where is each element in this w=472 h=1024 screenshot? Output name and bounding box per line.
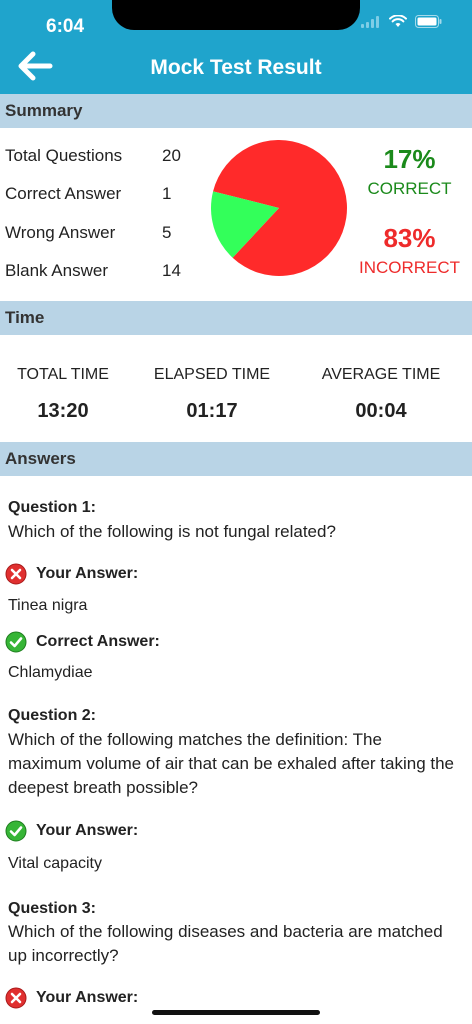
wrong-answer-value: 5 [162, 223, 172, 242]
correct-percentage: 17% [383, 144, 436, 174]
answers-section-header: Answers [0, 442, 472, 476]
question-1-heading: Question 1: [8, 499, 97, 516]
question-1-text: Which of the following is not fungal rel… [8, 522, 336, 541]
device-notch [112, 0, 360, 30]
correct-answer-icon [5, 820, 27, 842]
question-2-your-answer-label: Your Answer: [36, 822, 139, 839]
incorrect-summary: 83% INCORRECT [352, 223, 467, 278]
question-3-your-answer-row: Your Answer: [5, 987, 138, 1009]
wrong-answer-icon [5, 563, 27, 585]
question-1-correct-answer-row: Correct Answer: [5, 631, 160, 653]
question-2-heading: Question 2: [8, 707, 97, 724]
question-1-your-answer-row: Your Answer: [5, 563, 138, 585]
time-section-header: Time [0, 301, 472, 335]
question-2-text: Which of the following matches the defin… [8, 730, 455, 797]
question-1-your-answer-label: Your Answer: [36, 565, 139, 582]
question-2-your-answer-row: Your Answer: [5, 820, 138, 842]
blank-answer-label: Blank Answer [5, 261, 108, 280]
cellular-signal-icon [361, 15, 379, 28]
battery-icon [415, 15, 442, 28]
total-questions-value: 20 [162, 146, 181, 165]
correct-label: CORRECT [367, 179, 452, 198]
question-3-heading: Question 3: [8, 900, 97, 917]
total-time-value: 13:20 [37, 400, 89, 422]
average-time-value: 00:04 [355, 400, 407, 422]
question-3-your-answer-label: Your Answer: [36, 989, 139, 1006]
correct-answer-icon [5, 631, 27, 653]
elapsed-time-label: ELAPSED TIME [153, 366, 271, 383]
home-indicator[interactable] [152, 1010, 320, 1015]
average-time: AVERAGE TIME 00:04 [302, 366, 460, 423]
wrong-answer-label: Wrong Answer [5, 223, 116, 242]
wifi-icon [389, 15, 407, 27]
total-time-label: TOTAL TIME [17, 366, 109, 383]
question-1-correct-answer-label: Correct Answer: [36, 633, 160, 650]
correct-answer-value: 1 [162, 184, 172, 203]
incorrect-label: INCORRECT [358, 258, 461, 277]
question-2-your-answer: Vital capacity [8, 855, 102, 872]
blank-answer-value: 14 [162, 261, 181, 280]
status-time: 6:04 [46, 16, 85, 37]
average-time-label: AVERAGE TIME [321, 366, 441, 383]
app-header: 6:04 Mock Test Result [0, 0, 472, 101]
summary-section-header: Summary [0, 94, 472, 128]
total-questions-label: Total Questions [5, 146, 123, 165]
correct-answer-label: Correct Answer [5, 184, 122, 203]
elapsed-time: ELAPSED TIME 01:17 [133, 366, 291, 423]
question-3-text: Which of the following diseases and bact… [8, 922, 443, 965]
total-time: TOTAL TIME 13:20 [0, 366, 142, 423]
wrong-answer-icon [5, 987, 27, 1009]
question-1-correct-answer: Chlamydiae [8, 664, 93, 681]
question-1-your-answer: Tinea nigra [8, 597, 88, 614]
page-title: Mock Test Result [150, 56, 322, 79]
status-icons [361, 15, 442, 28]
correct-summary: 17% CORRECT [352, 144, 467, 199]
result-pie-chart [211, 140, 347, 276]
incorrect-percentage: 83% [383, 223, 436, 253]
elapsed-time-value: 01:17 [186, 400, 238, 422]
